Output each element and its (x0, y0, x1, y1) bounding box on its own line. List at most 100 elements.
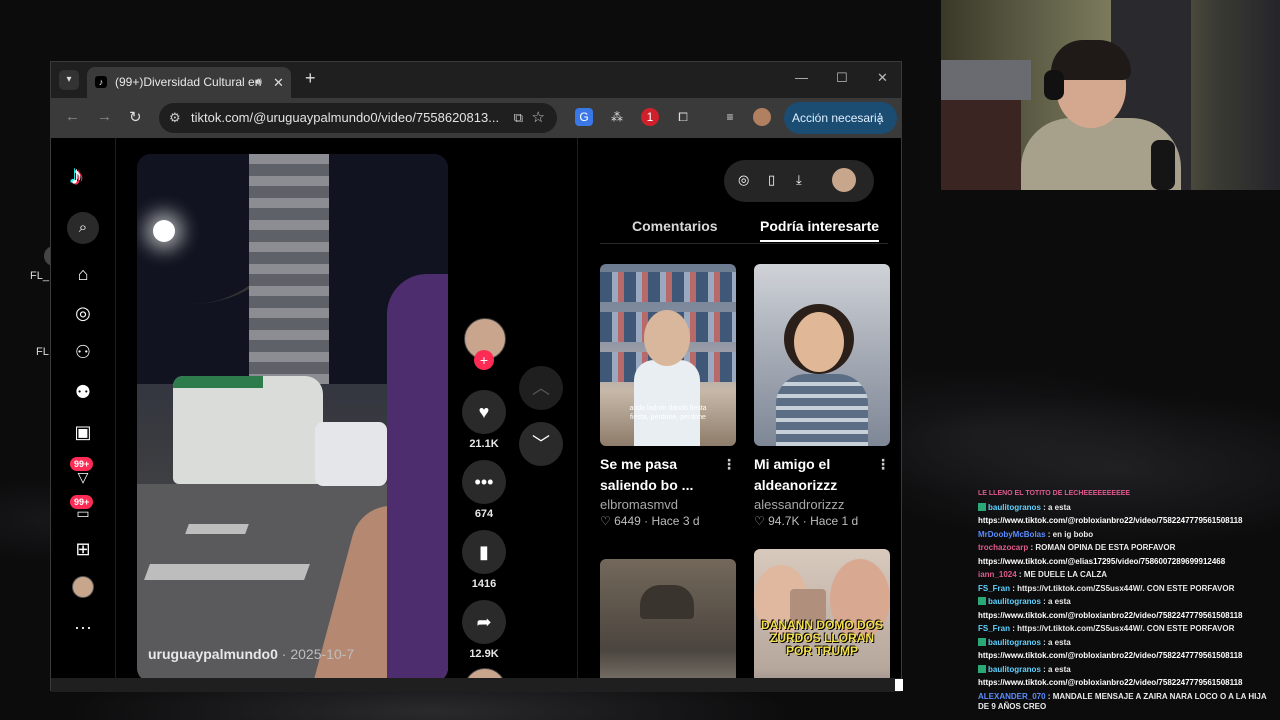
share-button[interactable]: ➦ (462, 600, 506, 644)
comment-button[interactable]: ••• (462, 460, 506, 504)
webcam-shelf (941, 60, 1031, 100)
explore-icon[interactable]: ◎ (738, 172, 749, 188)
video-author[interactable]: uruguaypalmundo0 · 2025-10-7 (148, 646, 354, 662)
chat-username: MrDoobyMcBolas (978, 529, 1046, 539)
save-count: 1416 (471, 578, 497, 590)
chat-text: : a esta (1040, 664, 1071, 674)
video-frame-building (249, 154, 329, 384)
card-author[interactable]: elbromasmvd (600, 497, 736, 512)
chat-text: : ROMAN OPINA DE ESTA PORFAVOR (1028, 543, 1176, 552)
video-frame-person (387, 274, 448, 678)
tab-search-button[interactable]: ▾ (59, 70, 79, 90)
profile-avatar[interactable] (753, 108, 771, 126)
maximize-button[interactable]: ☐ (836, 70, 848, 86)
extension-badge-count: 1 (646, 110, 654, 124)
card-title[interactable]: Mi amigo el aldeanorizzz ⋮ (754, 454, 890, 496)
more-options-icon[interactable]: ⋮ (876, 454, 890, 475)
menu-dots-icon[interactable]: ⋮ (873, 102, 887, 134)
video-player[interactable]: uruguaypalmundo0 · 2025-10-7 (137, 154, 448, 678)
chat-username: iann_1024 (978, 570, 1017, 579)
video-card[interactable] (600, 559, 736, 678)
desktop-shortcut-label: FL (36, 346, 49, 358)
video-thumbnail[interactable]: DANANN DOMO DOS ZURDOS LLORAN POR TRUMP (754, 549, 890, 678)
chat-message: baulitogranos : a esta (978, 597, 1278, 607)
reload-button[interactable]: ↻ (129, 108, 142, 126)
webcam-poster (941, 100, 1021, 190)
upload-icon[interactable]: ⊞ (70, 536, 96, 562)
activity-icon[interactable]: ▽ (70, 464, 96, 490)
close-tab-icon[interactable]: ✕ (273, 67, 284, 98)
video-card[interactable]: DANANN DOMO DOS ZURDOS LLORAN POR TRUMP (754, 549, 890, 678)
tab-recommended[interactable]: Podría interesarte (760, 218, 880, 242)
video-card[interactable]: anda ladrón dando fiesta fiesta, perdone… (600, 264, 736, 528)
address-bar[interactable]: ⚙ tiktok.com/@uruguaypalmundo0/video/755… (159, 103, 557, 133)
video-card[interactable]: Mi amigo el aldeanorizzz ⋮ alessandroriz… (754, 264, 890, 528)
action-needed-button[interactable]: Acción necesaria ⋮ (784, 102, 897, 134)
card-title[interactable]: Se me pasa saliendo bo ... ⋮ (600, 454, 736, 496)
chat-text: : ME DUELE LA CALZA (1016, 570, 1108, 579)
new-tab-button[interactable]: + (305, 68, 316, 89)
profile-avatar[interactable] (72, 576, 94, 598)
minimize-button[interactable]: — (795, 70, 808, 85)
heart-outline-icon: ♡ (754, 514, 765, 528)
chat-badge-icon (978, 637, 986, 646)
more-icon[interactable]: ··· (70, 614, 96, 640)
speaker-icon[interactable]: 🔊︎ (255, 67, 262, 98)
home-icon[interactable]: ⌂ (70, 261, 96, 287)
friends-icon[interactable]: ⚉ (70, 379, 96, 405)
media-control-icon[interactable]: ≡ (721, 108, 739, 126)
chat-text: LE LLENO EL TOTITO DE LECHEEEEEEEEEE (978, 490, 1131, 497)
more-options-icon[interactable]: ⋮ (722, 454, 736, 475)
messages-icon[interactable]: ▭ (70, 500, 96, 526)
video-thumbnail[interactable] (600, 559, 736, 678)
sound-disc[interactable] (464, 668, 506, 678)
card-author[interactable]: alessandrorizzz (754, 497, 890, 512)
following-icon[interactable]: ⚇ (70, 339, 96, 365)
chat-text: https://www.tiktok.com/@robloxianbro22/v… (978, 678, 1243, 687)
thumbnail-shelf (600, 272, 736, 302)
chat-username: trochazocarp (978, 543, 1029, 552)
next-video-button[interactable]: ﹀ (519, 422, 563, 466)
chat-text: : en ig bobo (1045, 529, 1094, 539)
device-icon[interactable]: ▯ (768, 172, 775, 188)
crosswalk-stripe (185, 524, 249, 534)
tiktok-icon: ♪ (95, 76, 107, 88)
chat-username: baulitogranos (988, 597, 1041, 606)
extension-badge-icon[interactable]: 1 (641, 108, 659, 126)
save-button[interactable]: ▮ (462, 530, 506, 574)
puzzle-extensions-icon[interactable]: ⧠ (674, 108, 692, 126)
live-tv-icon[interactable]: ▣ (70, 419, 96, 445)
chat-message: https://www.tiktok.com/@robloxianbro22/v… (978, 516, 1278, 526)
tab-comments[interactable]: Comentarios (632, 218, 718, 234)
tab-tiktok[interactable]: ♪ (99+)Diversidad Cultural en 🔊︎ ✕ (87, 67, 291, 98)
download-icon[interactable]: ⤓ (796, 172, 802, 188)
scrollbar-corner[interactable] (895, 679, 903, 691)
forward-button[interactable]: → (97, 108, 112, 125)
explore-icon[interactable]: ◎ (70, 300, 96, 326)
tiktok-page: ♪ ⌕ ⌂ ◎ ⚇ ⚉ ▣ 99+ ▽ 99+ ▭ ⊞ ··· uruguayp… (51, 138, 901, 678)
bookmark-star-icon[interactable]: ☆ (532, 103, 545, 133)
like-button[interactable]: ♥ (462, 390, 506, 434)
follow-plus-icon[interactable]: + (474, 350, 494, 370)
tiktok-logo-icon[interactable]: ♪ (70, 160, 83, 191)
install-app-icon[interactable]: ⧉ (514, 103, 523, 133)
translate-extension-icon[interactable]: G (575, 108, 593, 126)
search-icon[interactable]: ⌕ (67, 212, 99, 244)
share-icon: ➦ (476, 612, 492, 632)
extension-icon[interactable]: ⁂ (608, 108, 626, 126)
heart-outline-icon: ♡ (600, 514, 611, 528)
chat-message: baulitogranos : a esta (978, 502, 1278, 513)
chat-badge-icon (978, 597, 986, 605)
headphones-icon (1044, 70, 1064, 100)
video-thumbnail[interactable] (754, 264, 890, 446)
chat-username: FS_Fran (978, 583, 1011, 593)
video-thumbnail[interactable]: anda ladrón dando fiesta fiesta, perdone… (600, 264, 736, 446)
profile-avatar[interactable] (832, 168, 856, 192)
chat-text: : a esta (1040, 637, 1071, 647)
close-window-button[interactable]: ✕ (877, 70, 888, 86)
back-button[interactable]: ← (65, 108, 80, 125)
previous-video-button[interactable]: ︿ (519, 366, 563, 410)
site-info-icon[interactable]: ⚙ (169, 103, 181, 133)
chat-message: iann_1024 : ME DUELE LA CALZA (978, 570, 1278, 580)
desktop-shortcut[interactable]: FL (36, 346, 49, 358)
